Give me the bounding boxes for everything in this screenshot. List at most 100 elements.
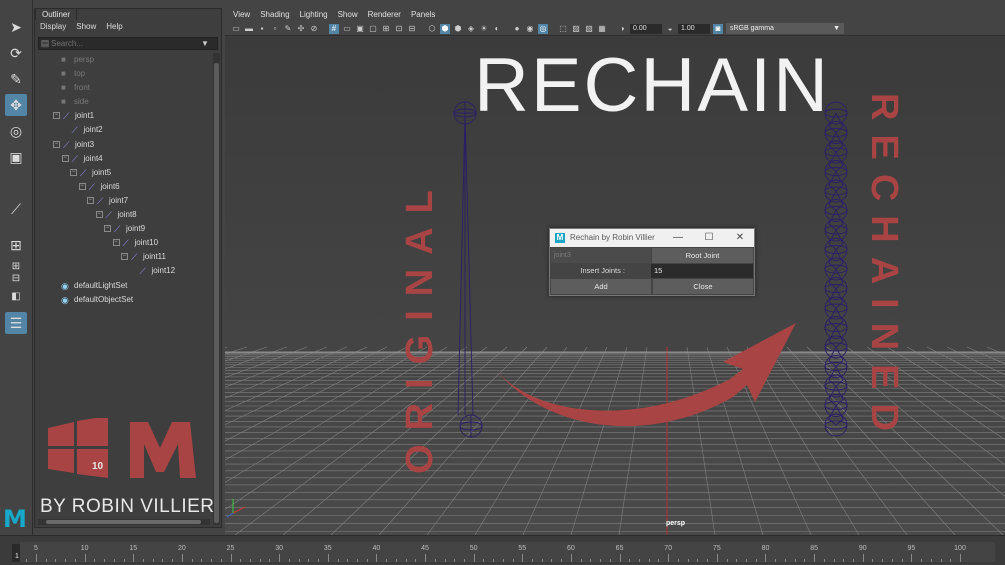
camera-attributes-icon[interactable]: ▬ — [244, 24, 254, 34]
xray-icon[interactable]: ▨ — [571, 24, 581, 34]
outliner-item-joint9[interactable]: − ⟋ joint9 — [35, 222, 211, 236]
motion-blur-icon[interactable]: ◉ — [525, 24, 535, 34]
xray-active-icon[interactable]: ▦ — [597, 24, 607, 34]
timeline-tick-mark — [463, 559, 465, 562]
anti-aliasing-icon[interactable]: ◎ — [538, 23, 548, 34]
close-window-button[interactable]: ✕ — [730, 229, 750, 247]
lasso-tool-icon[interactable]: ⟳ — [5, 42, 27, 64]
outliner-item-joint8[interactable]: − ⟋ joint8 — [35, 208, 211, 222]
wireframe-icon[interactable]: ⬡ — [427, 24, 437, 34]
rotate-tool-icon[interactable]: ◎ — [5, 120, 27, 142]
screen-space-ao-icon[interactable]: ● — [512, 24, 522, 34]
resolution-gate-icon[interactable]: ▣ — [355, 24, 365, 34]
expander-icon[interactable]: − — [53, 140, 60, 148]
outliner-item-defaultLightSet[interactable]: ◉ defaultLightSet — [35, 279, 211, 293]
color-space-select[interactable]: sRGB gamma ▼ — [726, 23, 844, 34]
outliner-layout-icon[interactable]: ☰ — [5, 312, 27, 334]
grid-icon[interactable]: # — [329, 23, 339, 34]
gate-mask-icon[interactable]: ▢ — [368, 24, 378, 34]
expander-icon[interactable]: − — [70, 168, 77, 176]
outliner-item-persp[interactable]: ■ persp — [35, 53, 211, 67]
image-plane-icon[interactable]: ▫ — [270, 24, 280, 34]
dialog-titlebar[interactable]: M Rechain by Robin Villier — ☐ ✕ — [550, 229, 754, 247]
joint-tool-icon[interactable]: ⟋ — [5, 198, 27, 220]
outliner-item-joint12[interactable]: ⟋ joint12 — [35, 264, 211, 278]
outliner-horizontal-scrollbar[interactable] — [38, 519, 210, 525]
expander-icon[interactable]: − — [121, 253, 128, 261]
menu-display[interactable]: Display — [40, 21, 66, 33]
color-management-icon[interactable]: ◙ — [713, 23, 723, 34]
expander-icon[interactable]: − — [61, 154, 69, 162]
menu-help[interactable]: Help — [106, 21, 122, 33]
outliner-item-side[interactable]: ■ side — [35, 95, 211, 109]
outliner-item-front[interactable]: ■ front — [35, 81, 211, 95]
isolate-select-icon[interactable]: ⬚ — [558, 24, 568, 34]
isolate-icon[interactable]: ⊘ — [309, 24, 319, 34]
bookmark-icon[interactable]: ▪ — [257, 24, 267, 34]
select-tool-icon[interactable]: ➤ — [5, 16, 27, 38]
timeline-tick-mark — [853, 559, 854, 562]
exposure-icon[interactable]: ◑ — [617, 24, 627, 34]
outliner-item-top[interactable]: ■ top — [35, 67, 211, 81]
menu-show[interactable]: Show — [76, 21, 96, 33]
outliner-vertical-scrollbar[interactable] — [213, 53, 220, 525]
maximize-button[interactable]: ☐ — [699, 229, 719, 247]
outliner-tab[interactable]: Outliner — [35, 8, 78, 20]
expander-icon[interactable]: − — [53, 112, 60, 120]
outliner-item-joint4[interactable]: − ⟋ joint4 — [35, 152, 211, 166]
outliner-item-joint5[interactable]: − ⟋ joint5 — [35, 166, 211, 180]
single-pane-layout-icon[interactable]: ⊞ — [5, 234, 27, 256]
timeline-track[interactable]: 5 10 15 20 25 30 35 40 45 50 55 60 65 70 75 80 85 90 95 100 — [20, 542, 995, 562]
menu-view[interactable]: View — [233, 8, 250, 22]
gamma-field[interactable]: 1.00 — [678, 23, 710, 34]
chevron-down-icon[interactable]: ▼ — [201, 39, 209, 48]
exposure-field[interactable]: 0.00 — [630, 23, 662, 34]
menu-show[interactable]: Show — [338, 8, 358, 22]
menu-panels[interactable]: Panels — [411, 8, 435, 22]
add-button[interactable]: Add — [551, 279, 651, 294]
outliner-item-defaultObjectSet[interactable]: ◉ defaultObjectSet — [35, 293, 211, 307]
search-input[interactable] — [51, 39, 201, 48]
textured-icon[interactable]: ◈ — [466, 24, 476, 34]
outliner-item-joint6[interactable]: − ⟋ joint6 — [35, 180, 211, 194]
close-button[interactable]: Close — [653, 279, 753, 294]
filter-icon[interactable]: ▤ — [39, 38, 51, 49]
outliner-item-joint7[interactable]: − ⟋ joint7 — [35, 194, 211, 208]
xray-joints-icon[interactable]: ▧ — [584, 24, 594, 34]
outliner-item-joint11[interactable]: − ⟋ joint11 — [35, 250, 211, 264]
menu-renderer[interactable]: Renderer — [368, 8, 401, 22]
expander-icon[interactable]: − — [95, 211, 103, 219]
expander-icon[interactable]: − — [78, 182, 86, 190]
minimize-button[interactable]: — — [668, 229, 688, 247]
paint-tool-icon[interactable]: ✎ — [5, 68, 27, 90]
outliner-item-joint3[interactable]: − ⟋ joint3 — [35, 138, 211, 152]
outliner-item-joint1[interactable]: − ⟋ joint1 — [35, 109, 211, 123]
move-tool-icon[interactable]: ✥ — [5, 94, 27, 116]
four-pane-alt-layout-icon[interactable]: ⊟ — [6, 270, 26, 286]
lights-icon[interactable]: ☀ — [479, 24, 489, 34]
insert-joints-input[interactable] — [651, 264, 753, 278]
field-chart-icon[interactable]: ⊞ — [381, 24, 391, 34]
wireframe-on-shaded-icon[interactable]: ⬢ — [453, 24, 463, 34]
outliner-item-joint2[interactable]: ⟋ joint2 — [35, 123, 211, 137]
expander-icon[interactable]: − — [112, 239, 120, 247]
camera-icon[interactable]: ▭ — [231, 24, 241, 34]
gamma-icon[interactable]: ◒ — [665, 24, 675, 34]
scale-tool-icon[interactable]: ▣ — [5, 146, 27, 168]
menu-shading[interactable]: Shading — [260, 8, 289, 22]
smooth-shade-icon[interactable]: ⬢ — [440, 23, 450, 34]
two-d-pan-icon[interactable]: ✣ — [296, 24, 306, 34]
two-pane-layout-icon[interactable]: ◧ — [6, 288, 26, 304]
shadows-icon[interactable]: ◐ — [492, 24, 502, 34]
menu-lighting[interactable]: Lighting — [300, 8, 328, 22]
outliner-item-joint10[interactable]: − ⟋ joint10 — [35, 236, 211, 250]
safe-action-icon[interactable]: ⊡ — [394, 24, 404, 34]
expander-icon[interactable]: − — [104, 225, 111, 233]
timeline-tick-mark — [113, 559, 115, 562]
time-slider[interactable]: 1 5 10 15 20 25 30 35 40 45 50 55 60 65 70 75 80 85 90 95 1… — [0, 535, 1005, 565]
safe-title-icon[interactable]: ⊟ — [407, 24, 417, 34]
grease-pencil-icon[interactable]: ✎ — [283, 24, 293, 34]
film-gate-icon[interactable]: ▭ — [342, 24, 352, 34]
expander-icon[interactable]: − — [87, 196, 94, 204]
root-joint-button[interactable]: Root Joint — [652, 248, 753, 263]
